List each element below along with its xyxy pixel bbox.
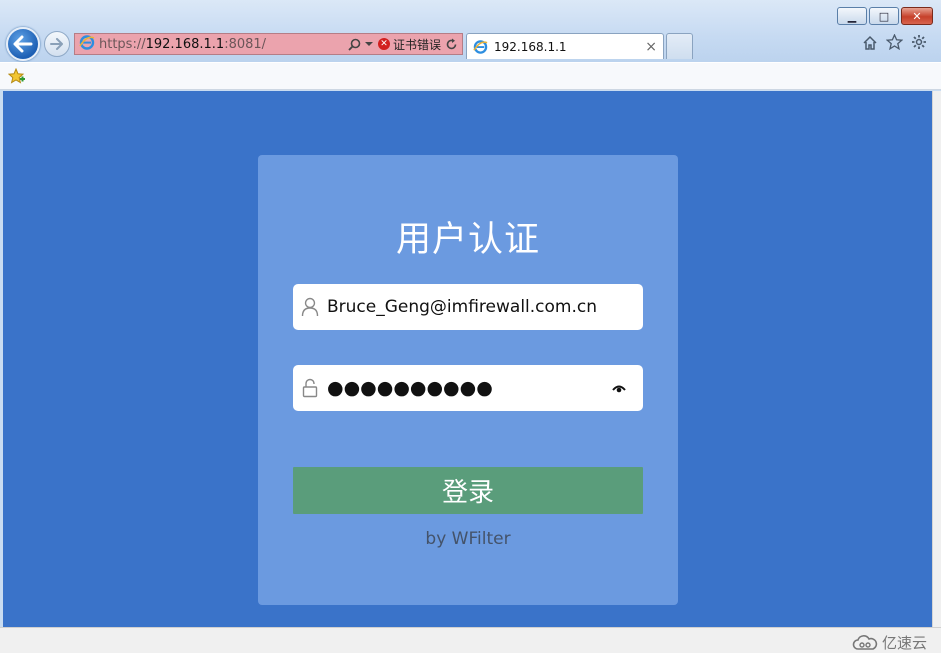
home-icon[interactable]	[862, 35, 878, 54]
username-value: Bruce_Geng@imfirewall.com.cn	[327, 297, 597, 317]
login-button[interactable]: 登录	[293, 467, 643, 514]
cloud-logo-icon	[852, 634, 878, 650]
watermark-text: 亿速云	[881, 634, 927, 652]
user-icon	[293, 297, 327, 317]
add-favorites-icon[interactable]	[7, 67, 26, 89]
tab-active[interactable]: 192.168.1.1 ×	[466, 33, 664, 59]
status-bar: 亿速云	[0, 627, 941, 653]
browser-toolbar: https://192.168.1.1:8081/ ✕ 证书错误 192.168…	[0, 0, 941, 62]
back-button[interactable]	[6, 27, 40, 61]
search-icon	[348, 38, 361, 51]
show-password-icon[interactable]	[595, 384, 643, 393]
close-window-button[interactable]: ✕	[901, 7, 933, 25]
vertical-scrollbar[interactable]	[932, 91, 941, 627]
username-input[interactable]: Bruce_Geng@imfirewall.com.cn	[293, 284, 643, 330]
favorites-bar	[0, 62, 941, 90]
url-host: 192.168.1.1	[145, 36, 225, 52]
minimize-button[interactable]: ▁	[837, 7, 867, 25]
login-card: 用户认证 Bruce_Geng@imfirewall.com.cn ●●●●●●…	[258, 155, 678, 605]
search-dropdown[interactable]	[348, 38, 374, 51]
vendor-credit: by WFilter	[425, 529, 511, 549]
certificate-error[interactable]: ✕ 证书错误	[377, 36, 441, 53]
certificate-error-label: 证书错误	[392, 37, 441, 52]
url-scheme: https://	[99, 36, 146, 52]
error-icon: ✕	[377, 38, 390, 50]
tab-title: 192.168.1.1	[494, 39, 567, 54]
gear-icon[interactable]	[911, 34, 927, 54]
page-content: 用户认证 Bruce_Geng@imfirewall.com.cn ●●●●●●…	[3, 91, 932, 627]
lock-icon	[293, 378, 327, 398]
tab-close-button[interactable]: ×	[645, 39, 657, 55]
address-bar[interactable]: https://192.168.1.1:8081/ ✕ 证书错误	[74, 33, 463, 55]
ie-tab-icon	[473, 39, 488, 54]
restore-button[interactable]: □	[869, 7, 899, 25]
password-value: ●●●●●●●●●●	[327, 377, 493, 399]
watermark: 亿速云	[852, 632, 927, 653]
arrow-right-icon	[50, 38, 63, 50]
ie-page-icon	[79, 34, 95, 54]
address-url: https://192.168.1.1:8081/	[99, 37, 266, 52]
url-port: :8081/	[224, 36, 267, 52]
forward-button[interactable]	[44, 31, 70, 57]
arrow-left-icon	[13, 35, 33, 53]
favorites-star-icon[interactable]	[885, 33, 904, 54]
chevron-down-icon	[364, 42, 373, 46]
login-title: 用户认证	[395, 220, 540, 260]
new-tab-button[interactable]	[666, 33, 693, 59]
password-input[interactable]: ●●●●●●●●●●	[293, 365, 643, 411]
refresh-button[interactable]	[445, 38, 458, 51]
refresh-icon	[446, 38, 457, 49]
